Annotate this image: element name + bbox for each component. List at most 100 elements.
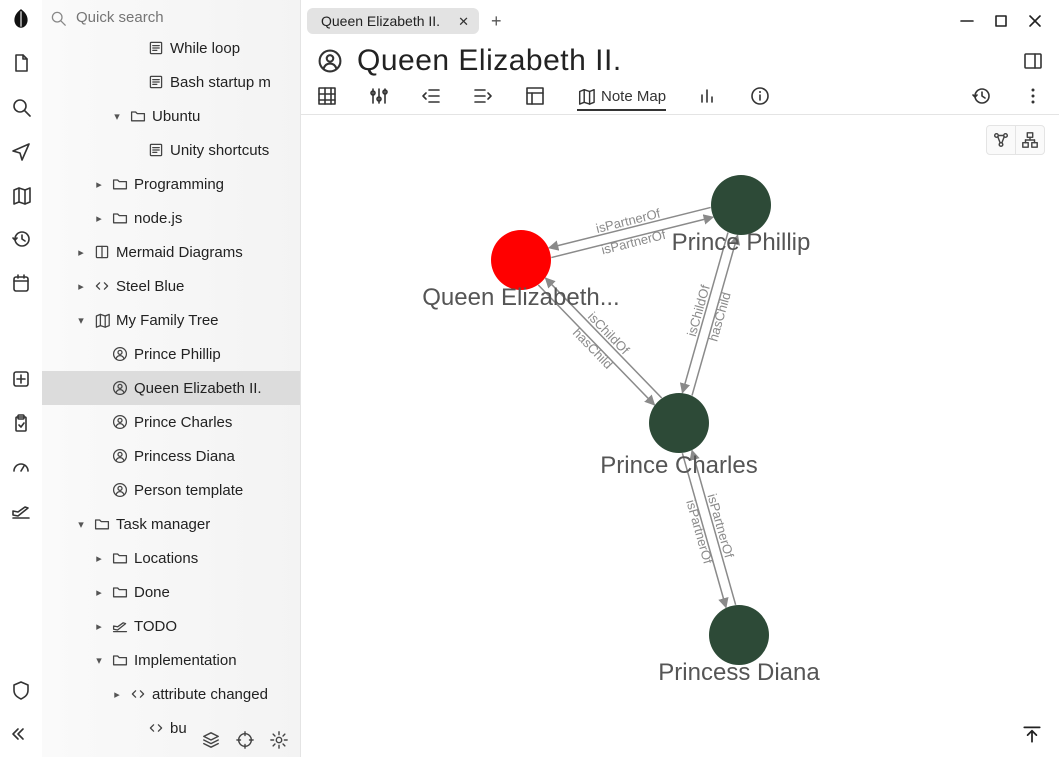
settings-icon[interactable]: [270, 731, 290, 751]
tree-item[interactable]: Princess Diana: [42, 439, 300, 473]
chevron-down-icon[interactable]: ▾: [110, 110, 124, 123]
tree-item[interactable]: ▾Implementation: [42, 643, 300, 677]
scroll-to-top-icon[interactable]: [1021, 723, 1045, 747]
tree-item[interactable]: Prince Charles: [42, 405, 300, 439]
graph-node-label: Prince Phillip: [672, 229, 811, 256]
window-close-icon[interactable]: [1027, 13, 1043, 29]
tasks-icon[interactable]: [10, 412, 32, 434]
chevron-right-icon[interactable]: ▸: [92, 620, 106, 633]
chevron-down-icon[interactable]: ▾: [92, 654, 106, 667]
note-icon: [148, 40, 164, 56]
tab-label: Queen Elizabeth II.: [321, 13, 440, 29]
tree-item-label: bu: [170, 720, 187, 737]
chevron-right-icon[interactable]: ▸: [74, 280, 88, 293]
quick-search-icon[interactable]: [50, 10, 66, 26]
recent-changes-icon[interactable]: [10, 228, 32, 250]
tree-item-label: Bash startup m: [170, 74, 271, 91]
tab-close-icon[interactable]: ✕: [458, 15, 469, 28]
tree-item[interactable]: Queen Elizabeth II.: [42, 371, 300, 405]
graph-node-label: Queen Elizabeth...: [422, 284, 619, 311]
note-map-icon[interactable]: [10, 184, 32, 206]
note-icon: [148, 142, 164, 158]
tree-item[interactable]: ▾Task manager: [42, 507, 300, 541]
tree-item-label: Prince Phillip: [134, 346, 221, 363]
tree-item[interactable]: ▸ node.js: [42, 201, 300, 235]
tree-item[interactable]: ▸Locations: [42, 541, 300, 575]
more-menu-icon[interactable]: [1023, 86, 1043, 106]
tree-item[interactable]: ▾My Family Tree: [42, 303, 300, 337]
folder-icon: [112, 176, 128, 192]
history-icon[interactable]: [971, 86, 991, 106]
toggle-right-panel-icon[interactable]: [1023, 51, 1043, 71]
layout-icon[interactable]: [525, 86, 545, 106]
info-icon[interactable]: [750, 86, 770, 106]
new-note-icon[interactable]: [10, 52, 32, 74]
person-icon: [112, 448, 128, 464]
tree-item[interactable]: Person template: [42, 473, 300, 507]
folder-icon: [94, 516, 110, 532]
graph-node[interactable]: Prince Phillip: [672, 175, 811, 256]
tree-item-label: Prince Charles: [134, 414, 232, 431]
relation-graph[interactable]: isPartnerOfisPartnerOfhasChildisChildOfi…: [301, 115, 1059, 755]
layers-icon[interactable]: [202, 731, 222, 751]
chevron-right-icon[interactable]: ▸: [92, 212, 106, 225]
graph-node-label: Prince Charles: [600, 452, 757, 479]
tree-item[interactable]: ▾ Ubuntu: [42, 99, 300, 133]
note-map-tab[interactable]: Note Map: [577, 87, 666, 111]
search-icon[interactable]: [10, 96, 32, 118]
protected-session-icon[interactable]: [10, 679, 32, 701]
graph-node[interactable]: Queen Elizabeth...: [422, 230, 619, 311]
window-minimize-icon[interactable]: [959, 13, 975, 29]
graph-node[interactable]: Prince Charles: [600, 393, 757, 479]
calendar-icon[interactable]: [10, 272, 32, 294]
chevron-right-icon[interactable]: ▸: [92, 178, 106, 191]
map-tree-mode-icon[interactable]: [1016, 126, 1044, 154]
tree-item-label: node.js: [134, 210, 182, 227]
properties-icon[interactable]: [369, 86, 389, 106]
table-view-icon[interactable]: [317, 86, 337, 106]
collapse-sidebar-icon[interactable]: [10, 723, 32, 745]
tree-item[interactable]: While loop: [42, 31, 300, 65]
tree-item[interactable]: ▸Steel Blue: [42, 269, 300, 303]
indent-icon[interactable]: [473, 86, 493, 106]
chevron-down-icon[interactable]: ▾: [74, 314, 88, 327]
quick-search-input[interactable]: [74, 8, 290, 27]
tree-item-label: Ubuntu: [152, 108, 200, 125]
graph-node-label: Princess Diana: [658, 659, 820, 686]
tree-item[interactable]: ▸TODO: [42, 609, 300, 643]
folder-icon: [130, 108, 146, 124]
person-icon: [112, 346, 128, 362]
add-tab-button[interactable]: +: [485, 11, 508, 32]
tree-item[interactable]: ▸Mermaid Diagrams: [42, 235, 300, 269]
chart-icon[interactable]: [698, 86, 718, 106]
chevron-right-icon[interactable]: ▸: [92, 552, 106, 565]
tab-active[interactable]: Queen Elizabeth II. ✕: [307, 8, 479, 34]
tree-item-label: Queen Elizabeth II.: [134, 380, 262, 397]
outdent-icon[interactable]: [421, 86, 441, 106]
tree-item[interactable]: Unity shortcuts: [42, 133, 300, 167]
bookmarks-icon[interactable]: [10, 368, 32, 390]
note-icon: [148, 74, 164, 90]
tree-item[interactable]: ▸ Programming: [42, 167, 300, 201]
tree-item[interactable]: Bash startup m: [42, 65, 300, 99]
code-icon: [130, 686, 146, 702]
folder-icon: [112, 584, 128, 600]
graph-node[interactable]: Princess Diana: [658, 605, 820, 686]
tree-item[interactable]: Prince Phillip: [42, 337, 300, 371]
send-icon[interactable]: [10, 140, 32, 162]
chevron-right-icon[interactable]: ▸: [92, 586, 106, 599]
tree-item-label: Programming: [134, 176, 224, 193]
tree-item[interactable]: ▸Done: [42, 575, 300, 609]
target-icon[interactable]: [236, 731, 256, 751]
note-title[interactable]: Queen Elizabeth II.: [357, 44, 1009, 78]
chevron-right-icon[interactable]: ▸: [74, 246, 88, 259]
chevron-down-icon[interactable]: ▾: [74, 518, 88, 531]
window-maximize-icon[interactable]: [993, 13, 1009, 29]
actions-icon[interactable]: [10, 500, 32, 522]
tree-item[interactable]: ▸attribute changed: [42, 677, 300, 711]
folder-icon: [112, 210, 128, 226]
chevron-right-icon[interactable]: ▸: [110, 688, 124, 701]
folder-icon: [112, 652, 128, 668]
stats-icon[interactable]: [10, 456, 32, 478]
map-network-mode-icon[interactable]: [987, 126, 1016, 154]
